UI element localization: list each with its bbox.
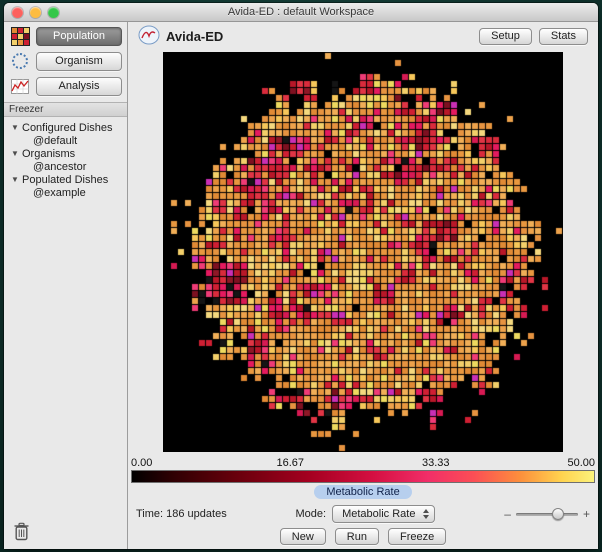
main-panel: Avida-ED Setup Stats 0.00 16.67 33.33 50.00… (128, 22, 598, 549)
freezer-item[interactable]: @default (6, 134, 125, 147)
slider-thumb[interactable] (552, 508, 564, 520)
analysis-chart-icon (8, 76, 32, 96)
freezer-item-label: Configured Dishes (22, 122, 113, 134)
legend-tick: 0.00 (131, 457, 152, 469)
population-grid-icon (8, 26, 32, 46)
freezer-item-label: @default (33, 135, 77, 147)
speed-slider[interactable] (516, 513, 578, 516)
legend: 0.00 16.67 33.33 50.00 Metabolic Rate (128, 452, 598, 500)
freezer-item-label: @ancestor (33, 161, 86, 173)
freezer-group[interactable]: ▼Configured Dishes (6, 121, 125, 134)
slider-minus-icon[interactable]: – (504, 509, 511, 519)
freezer-item-label: Organisms (22, 148, 75, 160)
nav-row-analysis: Analysis (4, 72, 127, 97)
legend-gradient-bar (131, 470, 595, 483)
mode-dropdown[interactable]: Metabolic Rate (332, 505, 435, 523)
freezer-group[interactable]: ▼Organisms (6, 147, 125, 160)
freezer-tree: ▼Configured Dishes@default▼Organisms@anc… (4, 117, 127, 549)
legend-label: Metabolic Rate (314, 485, 411, 499)
freezer-item-label: @example (33, 187, 86, 199)
slider-plus-icon[interactable]: + (583, 509, 590, 519)
legend-tick: 50.00 (567, 457, 595, 469)
zoom-window-button[interactable] (48, 7, 59, 18)
traffic-lights (12, 7, 59, 18)
analysis-button[interactable]: Analysis (36, 77, 122, 96)
trash-icon[interactable] (13, 522, 30, 544)
disclosure-triangle-icon[interactable]: ▼ (11, 123, 22, 132)
nav-row-population: Population (4, 22, 127, 47)
popup-arrows-icon (423, 509, 429, 519)
petri-dish-canvas[interactable] (163, 52, 563, 452)
time-updates-label: Time: 186 updates (136, 508, 227, 520)
action-buttons: New Run Freeze (128, 525, 598, 551)
freezer-item[interactable]: @ancestor (6, 160, 125, 173)
population-button[interactable]: Population (36, 27, 122, 46)
desktop: Avida-ED : default Workspace Population … (0, 0, 602, 552)
legend-tick: 33.33 (422, 457, 450, 469)
mode-label: Mode: (296, 508, 327, 520)
setup-button[interactable]: Setup (479, 28, 532, 45)
freezer-group[interactable]: ▼Populated Dishes (6, 173, 125, 186)
disclosure-triangle-icon[interactable]: ▼ (11, 175, 22, 184)
main-header: Avida-ED Setup Stats (128, 22, 598, 50)
new-button[interactable]: New (280, 528, 326, 545)
minimize-window-button[interactable] (30, 7, 41, 18)
mode-dropdown-value: Metabolic Rate (342, 508, 415, 520)
freezer-item-label: Populated Dishes (22, 174, 108, 186)
freeze-button[interactable]: Freeze (388, 528, 446, 545)
legend-tick: 16.67 (276, 457, 304, 469)
freezer-header: Freezer (4, 102, 127, 117)
speed-slider-group: – + (504, 509, 590, 519)
window-title: Avida-ED : default Workspace (228, 6, 374, 18)
petri-dish-viewport (163, 52, 563, 452)
titlebar[interactable]: Avida-ED : default Workspace (4, 3, 598, 22)
run-button[interactable]: Run (335, 528, 379, 545)
close-window-button[interactable] (12, 7, 23, 18)
organism-circle-icon (8, 51, 32, 71)
status-controls: Time: 186 updates Mode: Metabolic Rate – (128, 500, 598, 525)
stats-button[interactable]: Stats (539, 28, 588, 45)
organism-button[interactable]: Organism (36, 52, 122, 71)
legend-ticks: 0.00 16.67 33.33 50.00 (131, 457, 595, 470)
avida-window: Avida-ED : default Workspace Population … (4, 3, 598, 549)
disclosure-triangle-icon[interactable]: ▼ (11, 149, 22, 158)
freezer-item[interactable]: @example (6, 186, 125, 199)
sidebar: Population Organism (4, 22, 128, 549)
nav-row-organism: Organism (4, 47, 127, 72)
avida-logo-icon (138, 25, 160, 48)
page-title: Avida-ED (166, 29, 223, 44)
